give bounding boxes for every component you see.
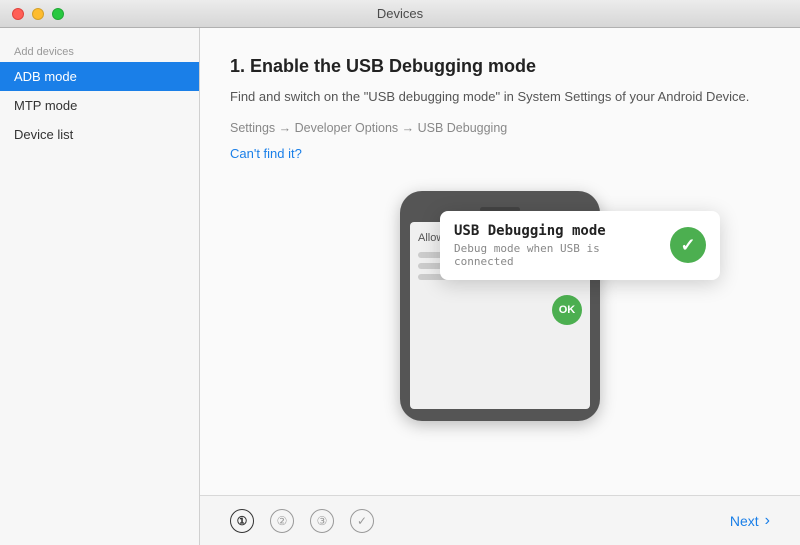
content-body: 1. Enable the USB Debugging mode Find an…: [200, 28, 800, 495]
ok-button: OK: [552, 295, 582, 325]
sidebar-item-adb-mode[interactable]: ADB mode: [0, 62, 199, 91]
sidebar: Add devices ADB mode MTP mode Device lis…: [0, 28, 200, 545]
content-area: 1. Enable the USB Debugging mode Find an…: [200, 28, 800, 545]
next-label: Next: [730, 513, 759, 529]
main-layout: Add devices ADB mode MTP mode Device lis…: [0, 28, 800, 545]
titlebar: Devices: [0, 0, 800, 28]
debug-card-subtitle: Debug mode when USB is connected: [454, 242, 656, 268]
checkmark-icon: ✓: [680, 235, 695, 256]
step-indicators: ① ② ③ ✓: [230, 509, 374, 533]
cant-find-link[interactable]: Can't find it?: [230, 146, 302, 161]
step-indicator-check: ✓: [350, 509, 374, 533]
step-indicator-2: ②: [270, 509, 294, 533]
sidebar-section-title: Add devices: [0, 38, 199, 62]
step-title: 1. Enable the USB Debugging mode: [230, 56, 770, 77]
sidebar-item-device-list[interactable]: Device list: [0, 120, 199, 149]
step-description: Find and switch on the "USB debugging mo…: [230, 87, 770, 107]
window-controls: [12, 8, 64, 20]
window-title: Devices: [377, 6, 423, 21]
close-button[interactable]: [12, 8, 24, 20]
sidebar-item-mtp-mode[interactable]: MTP mode: [0, 91, 199, 120]
debug-card-text: USB Debugging mode Debug mode when USB i…: [454, 223, 656, 268]
debug-mode-card: USB Debugging mode Debug mode when USB i…: [440, 211, 720, 280]
next-button[interactable]: Next ›: [730, 512, 770, 530]
debug-card-title: USB Debugging mode: [454, 223, 656, 239]
step-path: Settings → Developer Options → USB Debug…: [230, 121, 770, 135]
maximize-button[interactable]: [52, 8, 64, 20]
content-footer: ① ② ③ ✓ Next ›: [200, 495, 800, 545]
step-indicator-3: ③: [310, 509, 334, 533]
debug-checkbox: ✓: [670, 227, 706, 263]
step-indicator-1: ①: [230, 509, 254, 533]
minimize-button[interactable]: [32, 8, 44, 20]
next-arrow-icon: ›: [765, 512, 770, 530]
phone-illustration: Allow OK USB Debugging mode Debug mode w…: [230, 191, 770, 421]
